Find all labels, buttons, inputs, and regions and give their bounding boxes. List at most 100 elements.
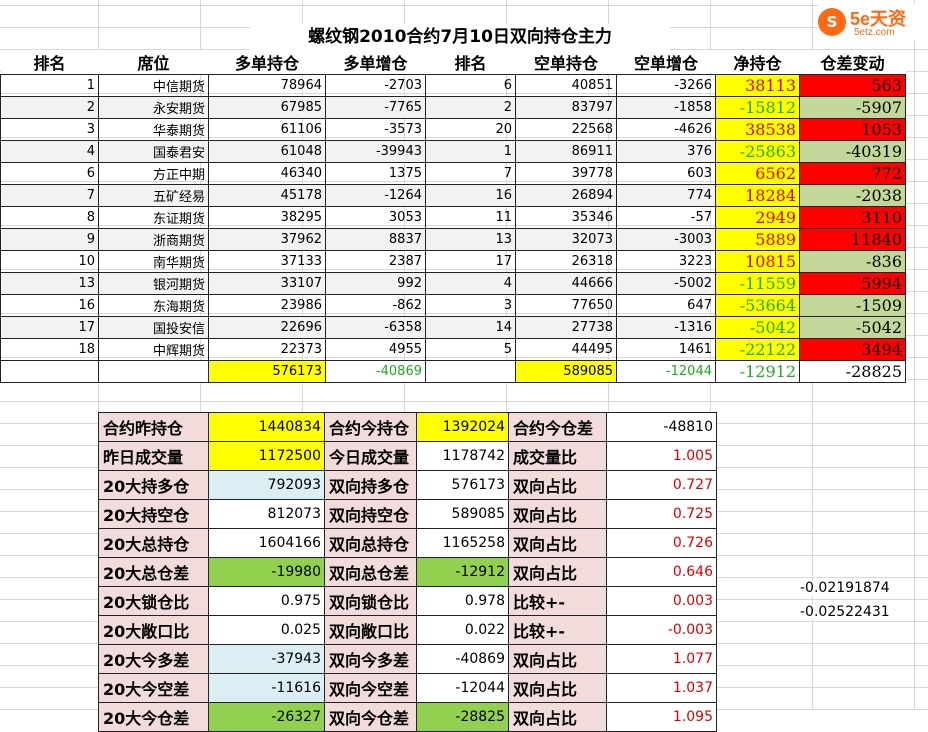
short-change-cell[interactable]: -1858 bbox=[616, 96, 716, 119]
short-cell[interactable]: 83797 bbox=[515, 96, 617, 119]
position-diff-cell[interactable]: 563 bbox=[799, 74, 906, 97]
short-rank-cell[interactable]: 2 bbox=[425, 96, 516, 119]
net-position-cell[interactable]: -11559 bbox=[715, 272, 800, 295]
summary-value[interactable]: 1165258 bbox=[416, 528, 509, 558]
rank-cell[interactable]: 17 bbox=[0, 316, 99, 339]
total-long-change-cell[interactable]: -40869 bbox=[325, 360, 426, 383]
short-change-cell[interactable]: -57 bbox=[616, 206, 716, 229]
total-short-cell[interactable]: 589085 bbox=[515, 360, 617, 383]
rank-cell[interactable]: 6 bbox=[0, 162, 99, 185]
seat-cell[interactable]: 南华期货 bbox=[98, 250, 209, 273]
summary-value[interactable]: 1178742 bbox=[416, 441, 509, 471]
position-diff-cell[interactable]: -2038 bbox=[799, 184, 906, 207]
short-cell[interactable]: 27738 bbox=[515, 316, 617, 339]
short-cell[interactable]: 40851 bbox=[515, 74, 617, 97]
short-change-cell[interactable]: -3266 bbox=[616, 74, 716, 97]
summary-label[interactable]: 双向占比 bbox=[508, 499, 607, 529]
long-cell[interactable]: 61048 bbox=[208, 140, 326, 163]
short-rank-cell[interactable]: 13 bbox=[425, 228, 516, 251]
seat-cell[interactable]: 浙商期货 bbox=[98, 228, 209, 251]
long-cell[interactable]: 22696 bbox=[208, 316, 326, 339]
short-cell[interactable]: 86911 bbox=[515, 140, 617, 163]
net-position-cell[interactable]: -5042 bbox=[715, 316, 800, 339]
summary-value[interactable]: -11616 bbox=[208, 673, 325, 703]
summary-value[interactable]: 576173 bbox=[416, 470, 509, 500]
position-diff-cell[interactable]: -1509 bbox=[799, 294, 906, 317]
short-change-cell[interactable]: -1316 bbox=[616, 316, 716, 339]
short-change-cell[interactable]: 3223 bbox=[616, 250, 716, 273]
long-cell[interactable]: 78964 bbox=[208, 74, 326, 97]
long-change-cell[interactable]: 8837 bbox=[325, 228, 426, 251]
summary-label[interactable]: 双向总持仓 bbox=[324, 528, 417, 558]
summary-label[interactable]: 20大总仓差 bbox=[98, 557, 209, 587]
long-cell[interactable]: 37133 bbox=[208, 250, 326, 273]
short-change-cell[interactable]: -4626 bbox=[616, 118, 716, 141]
short-change-cell[interactable]: -5002 bbox=[616, 272, 716, 295]
long-change-cell[interactable]: 2387 bbox=[325, 250, 426, 273]
summary-value[interactable]: 0.025 bbox=[208, 615, 325, 645]
long-cell[interactable]: 61106 bbox=[208, 118, 326, 141]
long-cell[interactable]: 37962 bbox=[208, 228, 326, 251]
rank-cell[interactable]: 8 bbox=[0, 206, 99, 229]
long-cell[interactable]: 46340 bbox=[208, 162, 326, 185]
summary-label[interactable]: 20大锁仓比 bbox=[98, 586, 209, 616]
rank-cell[interactable]: 13 bbox=[0, 272, 99, 295]
long-change-cell[interactable]: -1264 bbox=[325, 184, 426, 207]
summary-label[interactable]: 20大今多差 bbox=[98, 644, 209, 674]
net-position-cell[interactable]: -25863 bbox=[715, 140, 800, 163]
summary-label[interactable]: 比较+- bbox=[508, 586, 607, 616]
seat-cell[interactable]: 中信期货 bbox=[98, 74, 209, 97]
short-rank-cell[interactable]: 20 bbox=[425, 118, 516, 141]
summary-label[interactable]: 20大今空差 bbox=[98, 673, 209, 703]
short-rank-cell[interactable]: 3 bbox=[425, 294, 516, 317]
summary-value[interactable]: 792093 bbox=[208, 470, 325, 500]
seat-cell[interactable]: 东证期货 bbox=[98, 206, 209, 229]
long-change-cell[interactable]: -862 bbox=[325, 294, 426, 317]
short-cell[interactable]: 32073 bbox=[515, 228, 617, 251]
summary-value[interactable]: -12912 bbox=[416, 557, 509, 587]
summary-value[interactable]: 812073 bbox=[208, 499, 325, 529]
short-rank-cell[interactable]: 1 bbox=[425, 140, 516, 163]
summary-label[interactable]: 20大持多仓 bbox=[98, 470, 209, 500]
short-change-cell[interactable]: 376 bbox=[616, 140, 716, 163]
summary-label[interactable]: 双向占比 bbox=[508, 673, 607, 703]
empty-cell[interactable] bbox=[98, 360, 209, 383]
short-cell[interactable]: 26894 bbox=[515, 184, 617, 207]
summary-label[interactable]: 双向敞口比 bbox=[324, 615, 417, 645]
short-rank-cell[interactable]: 6 bbox=[425, 74, 516, 97]
summary-label[interactable]: 合约今持仓 bbox=[324, 412, 417, 442]
short-change-cell[interactable]: 647 bbox=[616, 294, 716, 317]
long-change-cell[interactable]: 1375 bbox=[325, 162, 426, 185]
rank-cell[interactable]: 7 bbox=[0, 184, 99, 207]
summary-value[interactable]: -37943 bbox=[208, 644, 325, 674]
position-diff-cell[interactable]: 1053 bbox=[799, 118, 906, 141]
net-position-cell[interactable]: 18284 bbox=[715, 184, 800, 207]
short-rank-cell[interactable]: 16 bbox=[425, 184, 516, 207]
summary-label[interactable]: 双向持多仓 bbox=[324, 470, 417, 500]
short-cell[interactable]: 26318 bbox=[515, 250, 617, 273]
short-cell[interactable]: 77650 bbox=[515, 294, 617, 317]
rank-cell[interactable]: 1 bbox=[0, 74, 99, 97]
short-change-cell[interactable]: -3003 bbox=[616, 228, 716, 251]
total-diff-cell[interactable]: -28825 bbox=[799, 360, 906, 383]
summary-ratio[interactable]: 1.037 bbox=[606, 673, 717, 703]
short-change-cell[interactable]: 774 bbox=[616, 184, 716, 207]
seat-cell[interactable]: 国泰君安 bbox=[98, 140, 209, 163]
rank-cell[interactable]: 2 bbox=[0, 96, 99, 119]
summary-value[interactable]: 0.022 bbox=[416, 615, 509, 645]
long-cell[interactable]: 33107 bbox=[208, 272, 326, 295]
short-rank-cell[interactable]: 17 bbox=[425, 250, 516, 273]
summary-label[interactable]: 双向总仓差 bbox=[324, 557, 417, 587]
summary-label[interactable]: 双向今多差 bbox=[324, 644, 417, 674]
summary-ratio[interactable]: 0.646 bbox=[606, 557, 717, 587]
summary-value[interactable]: -19980 bbox=[208, 557, 325, 587]
summary-label[interactable]: 合约今仓差 bbox=[508, 412, 607, 442]
long-cell[interactable]: 45178 bbox=[208, 184, 326, 207]
summary-label[interactable]: 双向占比 bbox=[508, 470, 607, 500]
net-position-cell[interactable]: 5889 bbox=[715, 228, 800, 251]
summary-value[interactable]: -28825 bbox=[416, 702, 509, 732]
short-change-cell[interactable]: 1461 bbox=[616, 338, 716, 361]
total-long-cell[interactable]: 576173 bbox=[208, 360, 326, 383]
summary-ratio[interactable]: 1.005 bbox=[606, 441, 717, 471]
seat-cell[interactable]: 中辉期货 bbox=[98, 338, 209, 361]
